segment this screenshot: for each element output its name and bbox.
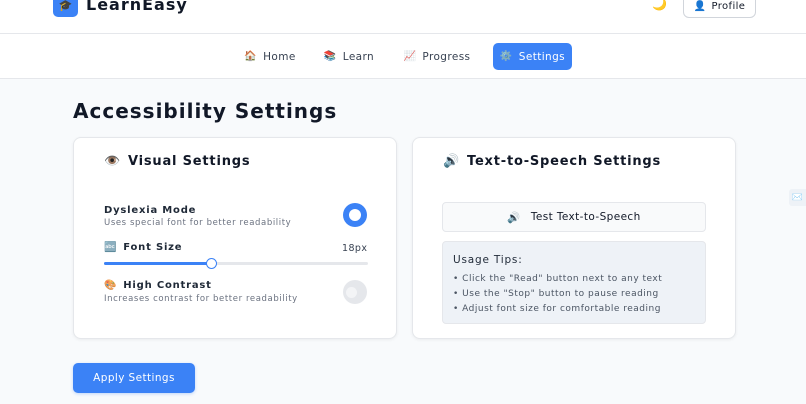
font-size-icon: 🔤 (104, 242, 118, 253)
usage-tips-title: Usage Tips: (453, 254, 523, 266)
gear-icon: ⚙️ (499, 51, 513, 62)
visual-settings-card: 👁️ Visual Settings Dyslexia Mode Uses sp… (73, 137, 397, 339)
logo-glyph: 🎓 (58, 0, 73, 12)
toggle-knob (349, 209, 361, 221)
font-size-slider[interactable] (104, 258, 368, 269)
graduation-cap-icon: 🎓 (53, 0, 78, 17)
nav-item-settings[interactable]: ⚙️ Settings (493, 43, 572, 70)
tip-item: • Adjust font size for comfortable readi… (453, 304, 661, 314)
profile-label: Profile (711, 0, 746, 12)
home-icon: 🏠 (244, 51, 258, 62)
nav-label-settings: Settings (518, 50, 566, 63)
brand-name: LearnEasy (86, 0, 188, 14)
font-size-value: 18px (342, 243, 368, 254)
test-tts-label: Test Text-to-Speech (530, 211, 641, 223)
page-title: Accessibility Settings (73, 99, 338, 123)
test-tts-button[interactable]: 🔊 Test Text-to-Speech (442, 202, 706, 232)
dyslexia-mode-description: Uses special font for better readability (104, 218, 292, 228)
main-nav: 🏠 Home 📚 Learn 📈 Progress ⚙️ Settings (0, 34, 806, 79)
high-contrast-description: Increases contrast for better readabilit… (104, 294, 298, 304)
high-contrast-label: 🎨 High Contrast (104, 280, 212, 291)
dyslexia-mode-text: Dyslexia Mode (104, 205, 197, 216)
slider-thumb[interactable] (205, 258, 217, 269)
books-icon: 📚 (323, 51, 337, 62)
speaker-icon: 🔊 (443, 154, 460, 169)
tts-settings-title: Text-to-Speech Settings (467, 154, 662, 169)
high-contrast-toggle[interactable] (343, 280, 367, 304)
apply-settings-button[interactable]: Apply Settings (73, 363, 195, 393)
font-size-label: 🔤 Font Size (104, 242, 182, 253)
visual-settings-heading: 👁️ Visual Settings (104, 154, 250, 169)
chart-icon: 📈 (403, 51, 417, 62)
tip-item: • Use the "Stop" button to pause reading (453, 289, 659, 299)
usage-tips: Usage Tips: • Click the "Read" button ne… (442, 241, 706, 324)
font-size-text: Font Size (123, 242, 183, 253)
tip-item: • Click the "Read" button next to any te… (453, 274, 663, 284)
slider-fill (104, 262, 211, 265)
tts-settings-heading: 🔊 Text-to-Speech Settings (443, 154, 661, 169)
visual-settings-title: Visual Settings (128, 154, 251, 169)
top-bar: 🎓 LearnEasy 🌙 👤 Profile (0, 0, 806, 34)
nav-label-progress: Progress (422, 50, 471, 63)
nav-label-home: Home (263, 50, 296, 63)
envelope-icon[interactable]: ✉️ (789, 189, 806, 206)
dyslexia-mode-label: Dyslexia Mode (104, 205, 196, 216)
dyslexia-mode-toggle[interactable] (343, 203, 367, 227)
tts-settings-card: 🔊 Text-to-Speech Settings 🔊 Test Text-to… (412, 137, 736, 339)
profile-button[interactable]: 👤 Profile (683, 0, 756, 18)
nav-item-home[interactable]: 🏠 Home (240, 43, 300, 70)
nav-item-progress[interactable]: 📈 Progress (400, 43, 474, 70)
nav-item-learn[interactable]: 📚 Learn (320, 43, 378, 70)
moon-icon[interactable]: 🌙 (652, 0, 667, 11)
palette-icon: 🎨 (104, 280, 118, 291)
eye-icon: 👁️ (104, 154, 121, 169)
user-icon: 👤 (693, 0, 707, 12)
high-contrast-text: High Contrast (123, 280, 212, 291)
toggle-knob (346, 286, 357, 298)
speaker-icon: 🔊 (507, 211, 521, 224)
nav-label-learn: Learn (342, 50, 375, 63)
